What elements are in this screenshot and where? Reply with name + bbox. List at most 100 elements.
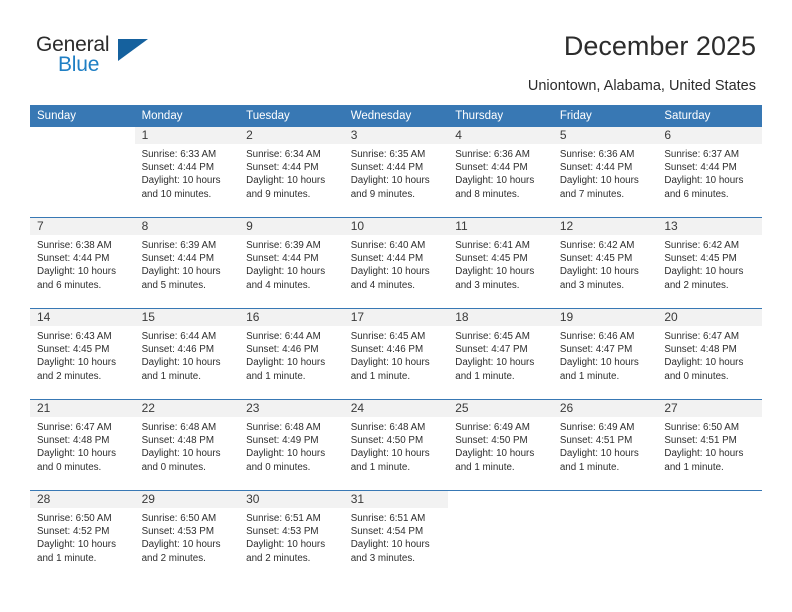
calendar-day-cell[interactable]: 15 Sunrise: 6:44 AM Sunset: 4:46 PM Dayligh… [134, 308, 240, 400]
generalblue-logo[interactable]: General Blue [36, 33, 166, 79]
day-sunset: Sunset: 4:44 PM [350, 253, 424, 265]
day-number: 10 [343, 218, 449, 235]
calendar-day-cell-inner: 13 Sunrise: 6:42 AM Sunset: 4:45 PM Dayligh… [657, 218, 762, 308]
day-number: 5 [552, 127, 658, 144]
day-daylight-line1: Daylight: 10 hours [246, 266, 326, 278]
day-number: 8 [134, 218, 240, 235]
day-sunset: Sunset: 4:45 PM [455, 253, 528, 265]
calendar-day-cell[interactable]: 25 Sunrise: 6:49 AM Sunset: 4:50 PM Dayligh… [448, 399, 553, 491]
day-daylight-line2: and 1 minute. [664, 461, 724, 473]
calendar-day-cell[interactable]: 6 Sunrise: 6:37 AM Sunset: 4:44 PM Daylight… [657, 127, 762, 218]
day-daylight-line2: and 0 minutes. [664, 370, 729, 382]
logo-flag-icon [118, 39, 148, 61]
calendar-day-cell-inner: 27 Sunrise: 6:50 AM Sunset: 4:51 PM Dayligh… [657, 400, 762, 490]
day-number [657, 491, 762, 508]
day-number: 14 [30, 309, 135, 326]
weekday-header-friday: Friday [552, 105, 658, 127]
day-number: 19 [552, 309, 658, 326]
day-daylight-line1: Daylight: 10 hours [664, 175, 744, 187]
day-sunrise: Sunrise: 6:47 AM [664, 331, 739, 342]
calendar-day-cell-inner: 14 Sunrise: 6:43 AM Sunset: 4:45 PM Dayligh… [30, 309, 135, 399]
day-sunset: Sunset: 4:44 PM [455, 162, 528, 174]
calendar-day-cell[interactable]: 19 Sunrise: 6:46 AM Sunset: 4:47 PM Dayligh… [552, 308, 658, 400]
day-sunrise: Sunrise: 6:49 AM [559, 422, 635, 433]
day-daylight-line2: and 3 minutes. [559, 279, 625, 291]
day-sunrise: Sunrise: 6:39 AM [246, 240, 321, 251]
day-daylight-line1: Daylight: 10 hours [664, 266, 744, 278]
calendar-day-cell[interactable]: 28 Sunrise: 6:50 AM Sunset: 4:52 PM Dayligh… [30, 490, 135, 581]
day-daylight-line2: and 2 minutes. [141, 552, 206, 564]
calendar-day-cell[interactable]: 5 Sunrise: 6:36 AM Sunset: 4:44 PM Daylight… [552, 127, 658, 218]
day-daylight-line1: Daylight: 10 hours [141, 539, 221, 551]
calendar-day-cell[interactable]: 24 Sunrise: 6:48 AM Sunset: 4:50 PM Dayligh… [343, 399, 449, 491]
day-daylight-line2: and 4 minutes. [246, 279, 311, 291]
day-sun-details: Sunrise: 6:42 AM Sunset: 4:45 PM Daylight:… [553, 235, 658, 292]
calendar-day-cell[interactable]: 8 Sunrise: 6:39 AM Sunset: 4:44 PM Daylight… [134, 217, 240, 309]
calendar-day-cell[interactable]: 17 Sunrise: 6:45 AM Sunset: 4:46 PM Dayligh… [343, 308, 449, 400]
calendar-day-cell[interactable]: 4 Sunrise: 6:36 AM Sunset: 4:44 PM Daylight… [448, 127, 553, 218]
calendar-day-cell[interactable]: 20 Sunrise: 6:47 AM Sunset: 4:48 PM Dayligh… [657, 308, 762, 400]
calendar-day-cell[interactable]: 1 Sunrise: 6:33 AM Sunset: 4:44 PM Daylight… [134, 127, 240, 218]
calendar-day-cell[interactable]: 21 Sunrise: 6:47 AM Sunset: 4:48 PM Dayligh… [30, 399, 135, 491]
day-sunrise: Sunrise: 6:42 AM [664, 240, 739, 251]
calendar-day-cell[interactable]: 10 Sunrise: 6:40 AM Sunset: 4:44 PM Dayligh… [343, 217, 449, 309]
day-daylight-line1: Daylight: 10 hours [559, 448, 639, 460]
calendar-day-cell[interactable]: 31 Sunrise: 6:51 AM Sunset: 4:54 PM Dayligh… [343, 490, 449, 581]
calendar-day-cell-empty [30, 127, 135, 218]
calendar-day-cell[interactable]: 2 Sunrise: 6:34 AM Sunset: 4:44 PM Daylight… [239, 127, 344, 218]
calendar-day-cell[interactable]: 14 Sunrise: 6:43 AM Sunset: 4:45 PM Dayligh… [30, 308, 135, 400]
calendar-day-cell[interactable]: 26 Sunrise: 6:49 AM Sunset: 4:51 PM Dayligh… [552, 399, 658, 491]
month-calendar: Sunday Monday Tuesday Wednesday Thursday… [30, 105, 762, 581]
day-number: 25 [448, 400, 553, 417]
day-sun-details: Sunrise: 6:40 AM Sunset: 4:44 PM Daylight:… [344, 235, 449, 292]
day-daylight-line1: Daylight: 10 hours [350, 266, 430, 278]
calendar-day-cell[interactable]: 7 Sunrise: 6:38 AM Sunset: 4:44 PM Daylight… [30, 217, 135, 309]
day-sunrise: Sunrise: 6:36 AM [559, 149, 635, 160]
day-sun-details [553, 508, 658, 512]
calendar-day-cell[interactable]: 27 Sunrise: 6:50 AM Sunset: 4:51 PM Dayligh… [657, 399, 762, 491]
day-daylight-line2: and 1 minute. [141, 370, 201, 382]
day-sunset: Sunset: 4:44 PM [664, 162, 737, 174]
day-number: 1 [134, 127, 240, 144]
calendar-day-cell[interactable]: 3 Sunrise: 6:35 AM Sunset: 4:44 PM Daylight… [343, 127, 449, 218]
day-daylight-line2: and 1 minute. [246, 370, 306, 382]
day-daylight-line2: and 0 minutes. [37, 461, 102, 473]
calendar-day-cell[interactable]: 18 Sunrise: 6:45 AM Sunset: 4:47 PM Dayligh… [448, 308, 553, 400]
calendar-day-cell-inner: 19 Sunrise: 6:46 AM Sunset: 4:47 PM Dayligh… [552, 309, 658, 399]
calendar-day-cell[interactable]: 29 Sunrise: 6:50 AM Sunset: 4:53 PM Dayligh… [134, 490, 240, 581]
weekday-header-monday: Monday [134, 105, 240, 127]
calendar-day-cell[interactable]: 13 Sunrise: 6:42 AM Sunset: 4:45 PM Dayligh… [657, 217, 762, 309]
day-sun-details: Sunrise: 6:51 AM Sunset: 4:54 PM Daylight:… [344, 508, 449, 565]
day-daylight-line1: Daylight: 10 hours [664, 448, 744, 460]
calendar-day-cell[interactable]: 11 Sunrise: 6:41 AM Sunset: 4:45 PM Dayligh… [448, 217, 553, 309]
calendar-day-cell[interactable]: 16 Sunrise: 6:44 AM Sunset: 4:46 PM Dayligh… [239, 308, 344, 400]
day-daylight-line2: and 2 minutes. [664, 279, 729, 291]
calendar-day-cell-inner: 5 Sunrise: 6:36 AM Sunset: 4:44 PM Daylight… [552, 127, 658, 217]
day-sunset: Sunset: 4:49 PM [246, 435, 319, 447]
calendar-body: 1 Sunrise: 6:33 AM Sunset: 4:44 PM Daylight… [30, 127, 762, 581]
calendar-day-cell[interactable]: 22 Sunrise: 6:48 AM Sunset: 4:48 PM Dayligh… [134, 399, 240, 491]
calendar-day-cell-inner [448, 491, 553, 581]
day-daylight-line1: Daylight: 10 hours [350, 357, 430, 369]
day-daylight-line2: and 4 minutes. [350, 279, 415, 291]
day-sunrise: Sunrise: 6:33 AM [141, 149, 217, 160]
day-number: 4 [448, 127, 553, 144]
day-number: 7 [30, 218, 135, 235]
day-daylight-line2: and 1 minute. [559, 461, 620, 473]
day-sun-details: Sunrise: 6:45 AM Sunset: 4:46 PM Daylight:… [344, 326, 449, 383]
day-sun-details: Sunrise: 6:48 AM Sunset: 4:49 PM Daylight:… [239, 417, 344, 474]
calendar-day-cell[interactable]: 30 Sunrise: 6:51 AM Sunset: 4:53 PM Dayligh… [239, 490, 344, 581]
calendar-day-cell-inner [657, 491, 762, 581]
day-daylight-line1: Daylight: 10 hours [37, 539, 116, 551]
calendar-day-cell-inner: 17 Sunrise: 6:45 AM Sunset: 4:46 PM Dayligh… [343, 309, 449, 399]
day-sunset: Sunset: 4:51 PM [664, 435, 737, 447]
calendar-day-cell[interactable]: 12 Sunrise: 6:42 AM Sunset: 4:45 PM Dayligh… [552, 217, 658, 309]
day-number [448, 491, 553, 508]
day-sunset: Sunset: 4:50 PM [350, 435, 424, 447]
day-sunset: Sunset: 4:46 PM [141, 344, 214, 356]
calendar-day-cell-inner: 10 Sunrise: 6:40 AM Sunset: 4:44 PM Dayligh… [343, 218, 449, 308]
day-sunrise: Sunrise: 6:35 AM [350, 149, 426, 160]
calendar-day-cell[interactable]: 23 Sunrise: 6:48 AM Sunset: 4:49 PM Dayligh… [239, 399, 344, 491]
calendar-day-cell[interactable]: 9 Sunrise: 6:39 AM Sunset: 4:44 PM Daylight… [239, 217, 344, 309]
day-sunrise: Sunrise: 6:50 AM [141, 513, 217, 524]
